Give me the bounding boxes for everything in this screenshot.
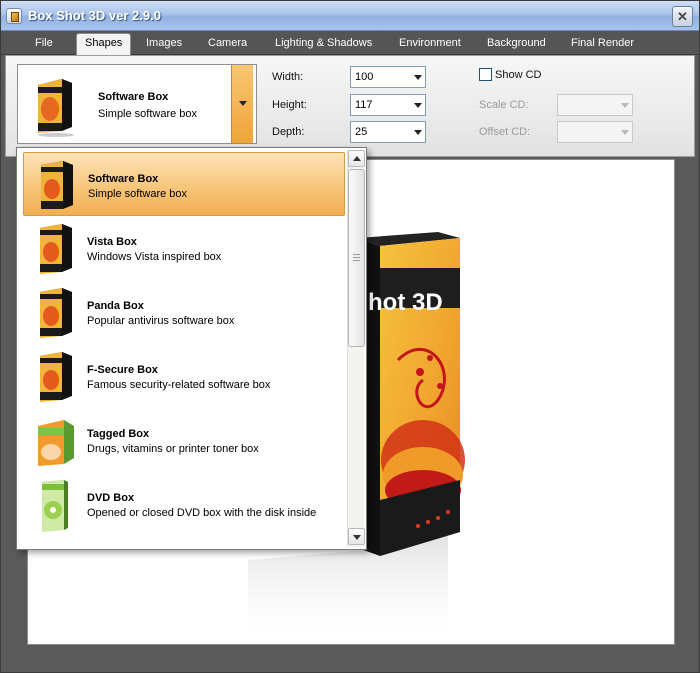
dvd-box-thumbnail — [36, 478, 76, 535]
shape-selector[interactable]: Software Box Simple software box — [17, 64, 257, 144]
tab-camera[interactable]: Camera — [200, 34, 255, 55]
app-icon — [6, 8, 22, 24]
scroll-down-button[interactable] — [348, 528, 365, 545]
app-window: Box Shot 3D ver 2.9.0 ✕ File Shapes Imag… — [0, 0, 700, 673]
list-item-description: Windows Vista inspired box — [87, 251, 222, 263]
scroll-thumb[interactable] — [348, 169, 365, 347]
list-item-vista-box[interactable]: Vista Box Windows Vista inspired box — [23, 216, 345, 280]
show-cd-label[interactable]: Show CD — [495, 69, 541, 81]
offset-cd-label: Offset CD: — [479, 126, 531, 138]
list-item-title: DVD Box — [87, 492, 135, 504]
list-item-title: F-Secure Box — [87, 364, 158, 376]
list-item-title: Panda Box — [87, 300, 144, 312]
panda-box-thumbnail — [36, 286, 76, 343]
shapes-panel: Software Box Simple software box Width: … — [5, 55, 695, 157]
scale-cd-dropdown[interactable] — [557, 94, 633, 116]
status-bar — [1, 649, 699, 672]
list-item-description: Popular antivirus software box — [87, 315, 235, 327]
close-button[interactable]: ✕ — [672, 6, 693, 27]
list-item-dvd-box[interactable]: DVD Box Opened or closed DVD box with th… — [23, 472, 345, 536]
width-dropdown[interactable]: 100 — [350, 66, 426, 88]
tab-background[interactable]: Background — [479, 34, 554, 55]
chevron-down-icon — [621, 103, 629, 108]
offset-cd-dropdown[interactable] — [557, 121, 633, 143]
width-value: 100 — [355, 71, 374, 83]
shape-list-popup: Software Box Simple software box Vista B… — [16, 147, 367, 550]
chevron-down-icon — [414, 103, 422, 108]
software-box-thumbnail — [37, 159, 77, 216]
list-item-panda-box[interactable]: Panda Box Popular antivirus software box — [23, 280, 345, 344]
height-label: Height: — [272, 99, 307, 111]
tagged-box-thumbnail — [36, 414, 76, 471]
chevron-down-icon — [414, 130, 422, 135]
list-item-description: Simple software box — [88, 188, 188, 200]
title-bar: Box Shot 3D ver 2.9.0 ✕ — [1, 1, 699, 31]
height-value: 117 — [355, 99, 373, 111]
list-item-description: Famous security-related software box — [87, 379, 271, 391]
grip-icon — [353, 254, 360, 261]
vista-box-thumbnail — [36, 222, 76, 279]
box-title-text: hot 3D — [368, 289, 443, 316]
scroll-up-button[interactable] — [348, 150, 365, 167]
shape-list-scrollbar[interactable] — [347, 150, 365, 547]
close-icon: ✕ — [677, 8, 688, 24]
tab-environment[interactable]: Environment — [391, 34, 469, 55]
shape-dropdown-button[interactable] — [231, 65, 253, 143]
list-item-description: Opened or closed DVD box with the disk i… — [87, 507, 317, 519]
depth-label: Depth: — [272, 126, 305, 138]
list-item-tagged-box[interactable]: Tagged Box Drugs, vitamins or printer to… — [23, 408, 345, 472]
show-cd-checkbox[interactable] — [479, 68, 492, 81]
selected-shape-subtitle: Simple software box — [98, 108, 198, 120]
shape-list: Software Box Simple software box Vista B… — [19, 150, 346, 547]
tab-images[interactable]: Images — [138, 34, 190, 55]
software-box-thumbnail — [32, 75, 76, 140]
selected-shape-title: Software Box — [98, 91, 169, 103]
list-item-title: Software Box — [88, 173, 159, 185]
chevron-down-icon — [621, 130, 629, 135]
tab-file[interactable]: File — [27, 34, 61, 55]
tab-lighting-shadows[interactable]: Lighting & Shadows — [267, 34, 380, 55]
f-secure-box-thumbnail — [36, 350, 76, 407]
list-item-title: Tagged Box — [87, 428, 150, 440]
list-item-description: Drugs, vitamins or printer toner box — [87, 443, 259, 455]
list-item-f-secure-box[interactable]: F-Secure Box Famous security-related sof… — [23, 344, 345, 408]
window-title: Box Shot 3D ver 2.9.0 — [28, 8, 161, 23]
height-dropdown[interactable]: 117 — [350, 94, 426, 116]
tab-final-render[interactable]: Final Render — [563, 34, 642, 55]
chevron-down-icon — [414, 75, 422, 80]
scale-cd-label: Scale CD: — [479, 99, 529, 111]
depth-value: 25 — [355, 126, 368, 138]
list-item-software-box[interactable]: Software Box Simple software box — [23, 152, 345, 216]
width-label: Width: — [272, 71, 304, 83]
tab-shapes[interactable]: Shapes — [76, 33, 132, 55]
tab-bar: File Shapes Images Camera Lighting & Sha… — [1, 31, 699, 55]
list-item-title: Vista Box — [87, 236, 137, 248]
depth-dropdown[interactable]: 25 — [350, 121, 426, 143]
